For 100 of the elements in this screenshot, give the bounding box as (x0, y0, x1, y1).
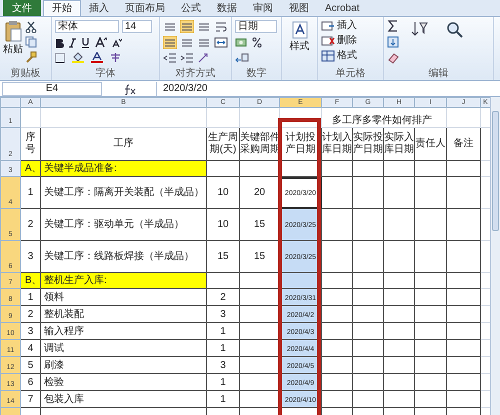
decimal-icon[interactable] (235, 52, 249, 63)
group-label: 单元格 (334, 67, 366, 80)
ribbon-tab[interactable]: 开始 (43, 0, 81, 16)
group-label: 字体 (94, 67, 116, 80)
column-heading: 实际投产日期 (353, 132, 383, 156)
table-cell-text: B、 (24, 275, 42, 286)
table-cell: 整机装配 (44, 308, 84, 320)
formula-field[interactable]: 2020/3/20 (156, 82, 500, 96)
ribbon-tab[interactable]: 公式 (173, 0, 209, 16)
table-cell: 6 (28, 376, 34, 388)
table-cell: 10 (217, 219, 229, 230)
group-label: 数字 (246, 67, 268, 80)
phonetic-icon[interactable] (110, 52, 121, 63)
merge-icon[interactable] (214, 36, 228, 49)
percent-icon[interactable] (252, 37, 262, 48)
group-label: 编辑 (428, 67, 450, 80)
table-cell: 1 (28, 187, 34, 198)
underline-icon[interactable] (81, 37, 90, 48)
table-cell: 2 (28, 219, 34, 230)
sum-icon[interactable] (387, 20, 399, 32)
table-cell: 1 (220, 394, 226, 404)
table-cell: 15 (254, 219, 266, 230)
table-cell: 包装入库 (44, 394, 84, 404)
shrink-font-icon[interactable] (112, 38, 122, 48)
table-cell: 刷漆 (44, 360, 64, 370)
column-heading: 实际入库日期 (384, 132, 414, 156)
table-cell: 15 (217, 251, 229, 262)
insert-cells-icon[interactable] (321, 20, 335, 32)
table-cell: 2 (28, 308, 34, 320)
clipboard-icon[interactable] (4, 20, 22, 42)
table-cell: 20 (254, 187, 266, 198)
delete-cells-icon[interactable] (321, 35, 335, 47)
ribbon-tab[interactable]: 视图 (281, 0, 317, 16)
table-cell: 15 (254, 251, 266, 262)
scrollbar[interactable] (490, 97, 500, 415)
ribbon-tab[interactable]: 数据 (209, 0, 245, 16)
table-cell: 3 (28, 251, 34, 262)
bold-icon[interactable] (55, 38, 64, 48)
ribbon-tab[interactable]: Acrobat (317, 0, 368, 16)
column-heading: 责任人 (416, 138, 446, 150)
font-size-field[interactable]: 14 (122, 20, 152, 33)
number-format-field[interactable]: 日期 (235, 20, 277, 33)
table-cell: 3 (220, 308, 226, 320)
ribbon-button[interactable]: 插入 (337, 20, 357, 32)
table-cell: 1 (220, 326, 226, 336)
table-cell: 关键工序：隔离开关装配（半成品） (44, 187, 204, 198)
table-cell: 3 (220, 360, 226, 370)
table-cell: 关键工序：线路板焊接（半成品） (44, 251, 194, 262)
fill-icon[interactable] (387, 36, 399, 48)
ribbon-tab[interactable]: 页面布局 (117, 0, 173, 16)
table-cell: 1 (220, 342, 226, 354)
table-cell: 检验 (44, 376, 64, 388)
styles-icon[interactable] (292, 21, 308, 39)
paste-button[interactable]: 粘贴 (3, 42, 23, 57)
font-color-icon[interactable] (91, 52, 103, 63)
table-cell: 3 (28, 326, 34, 336)
group-label: 剪贴板 (10, 67, 42, 80)
column-heading: 序号 (24, 132, 36, 156)
align-middle-icon[interactable] (180, 20, 194, 33)
ribbon-tab[interactable]: 插入 (81, 0, 117, 16)
ribbon-tab[interactable]: 审阅 (245, 0, 281, 16)
file-tab[interactable]: 文件 (3, 0, 41, 16)
scissors-icon[interactable] (25, 21, 37, 33)
table-cell: 1 (220, 376, 226, 388)
table-cell: 输入程序 (44, 326, 84, 336)
column-heading: 生产周期(天) (208, 132, 238, 156)
section-heading: 整机生产入库: (44, 275, 107, 286)
decrease-indent-icon[interactable] (163, 52, 177, 64)
brush-icon[interactable] (25, 51, 37, 63)
table-cell: 2 (220, 292, 226, 302)
border-icon[interactable] (55, 52, 65, 62)
table-cell: 关键工序：驱动单元（半成品） (44, 219, 184, 230)
group-label: 对齐方式 (174, 67, 216, 80)
function-icon[interactable] (122, 82, 136, 94)
ribbon-button[interactable]: 删除 (337, 35, 357, 47)
table-cell: 4 (28, 342, 34, 354)
align-left-icon[interactable] (163, 36, 177, 49)
styles-button[interactable]: 样式 (290, 39, 310, 54)
grow-font-icon[interactable] (95, 37, 107, 48)
format-cells-icon[interactable] (321, 50, 335, 62)
currency-icon[interactable] (235, 37, 247, 48)
find-icon[interactable] (445, 20, 463, 40)
table-cell: 7 (28, 394, 34, 404)
copy-icon[interactable] (25, 36, 37, 48)
font-name-field[interactable]: 宋体 (55, 20, 119, 33)
italic-icon[interactable] (69, 38, 76, 48)
table-cell: 5 (28, 360, 34, 370)
table-cell: 调试 (44, 342, 64, 354)
wrap-text-icon[interactable] (214, 20, 228, 33)
column-heading: 备注 (452, 138, 474, 150)
increase-indent-icon[interactable] (180, 52, 194, 64)
column-heading: 计划入库日期 (322, 132, 352, 156)
column-heading: 工序 (112, 138, 134, 150)
name-box[interactable]: E4 (2, 82, 102, 96)
section-heading: 关键半成品准备: (44, 163, 117, 174)
ribbon-button[interactable]: 格式 (337, 50, 357, 62)
sheet-title: 多工序多零件如何排产 (331, 115, 433, 127)
table-cell: 1 (28, 292, 34, 302)
eraser-icon[interactable] (387, 52, 399, 64)
fill-color-icon[interactable] (72, 52, 84, 63)
